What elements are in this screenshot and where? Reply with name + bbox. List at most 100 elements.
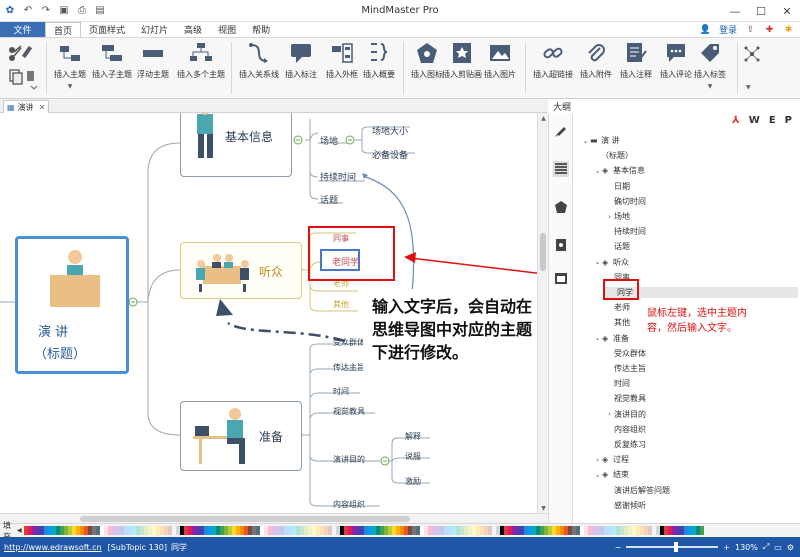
login-link[interactable]: 登录 [719,23,737,36]
tab-help[interactable]: 帮助 [244,22,278,37]
chevron-right-icon[interactable]: › [605,213,614,221]
insert-summary-button[interactable]: 插入概要 [363,42,395,80]
ppt-export-button[interactable]: P [785,115,792,126]
chevron-down-icon[interactable]: ⌄ [593,258,602,266]
insert-note-button[interactable]: 插入注释 [620,42,652,80]
settings-icon[interactable]: ⚙ [787,543,794,552]
excel-export-button[interactable]: E [769,115,776,126]
print-icon[interactable]: ⎙ [76,5,88,17]
minimize-button[interactable]: — [722,0,748,22]
insert-attachment-button[interactable]: 插入附件 [580,42,612,80]
topic-prepare[interactable]: 准备 [180,401,302,471]
outline-item[interactable]: ⌄ ▬ 演 讲 [581,135,620,146]
outline-item[interactable]: ⌄ ◈ 结束 [593,469,629,480]
fullscreen-icon[interactable]: ▭ [774,543,782,552]
website-link[interactable]: http://www.edrawsoft.cn [4,543,102,552]
chevron-right-icon[interactable]: › [593,456,602,464]
scroll-thumb[interactable] [540,233,546,271]
color-swatch[interactable] [699,526,704,535]
export-icon[interactable]: ▤ [94,5,106,17]
outline-item[interactable]: 演讲后解答问题 [605,485,670,496]
insert-hyperlink-button[interactable]: 插入超链接 [533,42,573,80]
insert-boundary-button[interactable]: 插入外框 [326,42,358,80]
topic-basic-info[interactable]: 基本信息 [180,113,292,177]
doc-tab-speech[interactable]: ▦ 演讲 ✕ [3,100,49,113]
calendar-icon[interactable] [553,270,569,286]
subtopic-time[interactable]: 时间 [333,386,349,397]
outline-view-icon[interactable] [553,161,569,177]
zoom-in-button[interactable]: + [723,543,730,552]
mindmap-canvas[interactable]: 演 讲 （标题） 基本信息 场地 场地大小 必备设备 持续时间 话题 听众 同事… [0,113,537,513]
insert-multiple-topics-button[interactable]: 插入多个主题 [177,42,225,80]
outline-item[interactable]: 老师 [605,302,630,313]
outline-item[interactable]: ⌄ ◈ 基本信息 [593,165,645,176]
outline-item[interactable]: 其他 [605,317,630,328]
chevron-down-icon[interactable]: ⌄ [593,167,602,175]
subtopic-venue[interactable]: 场地 [320,134,338,147]
gift-icon[interactable]: ✚ [764,24,775,35]
clipart-panel-icon[interactable] [553,237,569,253]
tab-advanced[interactable]: 高级 [176,22,210,37]
outline-item[interactable]: 持续时间 [605,226,646,237]
outline-item[interactable]: 受众群体 [605,348,646,359]
outline-item[interactable]: 时间 [605,378,630,389]
topic-audience[interactable]: 听众 [180,242,302,299]
color-swatches[interactable] [23,526,704,535]
insert-tag-button[interactable]: 插入标签 ▼ [694,42,726,90]
redo-icon[interactable]: ↷ [40,5,52,17]
close-icon[interactable]: ✕ [39,103,46,112]
zoom-out-button[interactable]: − [615,543,622,552]
outline-item[interactable]: 内容组织 [605,424,646,435]
layout-icon[interactable] [744,46,760,65]
word-export-button[interactable]: W [749,115,760,126]
subtopic-explain[interactable]: 解释 [405,431,421,442]
subtopic-other[interactable]: 其他 [333,299,349,310]
outline-item[interactable]: 感谢倾听 [605,500,646,511]
subtopic-duration[interactable]: 持续时间 [320,170,356,183]
close-button[interactable]: ✕ [774,0,800,22]
outline-item[interactable]: › 场地 [605,211,630,222]
subtopic-main-idea[interactable]: 传达主旨 [333,362,365,373]
chevron-down-icon[interactable]: ▼ [746,84,751,91]
insert-icon-button[interactable]: 插入图标 [411,42,443,80]
outline-item[interactable]: 反复练习 [605,439,646,450]
subtopic-audience-group[interactable]: 受众群体 [333,337,365,348]
insert-clipart-button[interactable]: 插入剪贴画 [442,42,482,80]
horizontal-scrollbar[interactable] [0,513,548,523]
subtopic-inspire[interactable]: 激励 [405,476,421,487]
subtopic-venue-size[interactable]: 场地大小 [372,124,408,137]
subtopic-persuade[interactable]: 说服 [405,451,421,462]
insert-topic-button[interactable]: 插入主题 ▼ [54,42,86,90]
tab-slides[interactable]: 幻灯片 [133,22,176,37]
save-icon[interactable]: ▣ [58,5,70,17]
outline-item[interactable]: 确切时间 [605,196,646,207]
outline-item[interactable]: 视觉教具 [605,393,646,404]
insert-picture-button[interactable]: 插入图片 [484,42,516,80]
zoom-slider-handle[interactable] [674,542,679,552]
insert-subtopic-button[interactable]: 插入子主题 [92,42,132,80]
chevron-left-icon[interactable]: ◀ [17,527,22,534]
central-topic[interactable]: 演 讲 （标题） [15,236,129,374]
share-icon[interactable]: ⇪ [745,24,756,35]
subtopic-equipment[interactable]: 必备设备 [372,148,408,161]
outline-item[interactable]: ⌄ ◈ 准备 [593,333,629,344]
fit-page-icon[interactable]: ⤢ [763,542,769,552]
scroll-thumb[interactable] [80,516,410,522]
outline-item[interactable]: ⌄ ◈ 听众 [593,257,629,268]
format-painter-icon[interactable] [553,123,569,139]
subtopic-visual-aids[interactable]: 视觉教具 [333,406,365,417]
chevron-right-icon[interactable]: › [605,410,614,418]
insert-comment-button[interactable]: 插入评论 [660,42,692,80]
subtopic-organize[interactable]: 内容组织 [333,499,365,510]
zoom-slider[interactable] [626,542,719,552]
chevron-down-icon[interactable]: ⌄ [593,471,602,479]
tab-home[interactable]: 首页 [45,22,82,37]
floating-topic-button[interactable]: 浮动主题 [137,42,169,80]
chevron-down-icon[interactable]: ⌄ [581,137,590,145]
outline-item[interactable]: 传达主旨 [605,363,646,374]
insert-callout-button[interactable]: 插入标注 [285,42,317,80]
tab-view[interactable]: 视图 [210,22,244,37]
undo-icon[interactable]: ↶ [22,5,34,17]
apps-icon[interactable]: ✱ [783,24,794,35]
outline-item[interactable]: › 演讲目的 [605,409,646,420]
